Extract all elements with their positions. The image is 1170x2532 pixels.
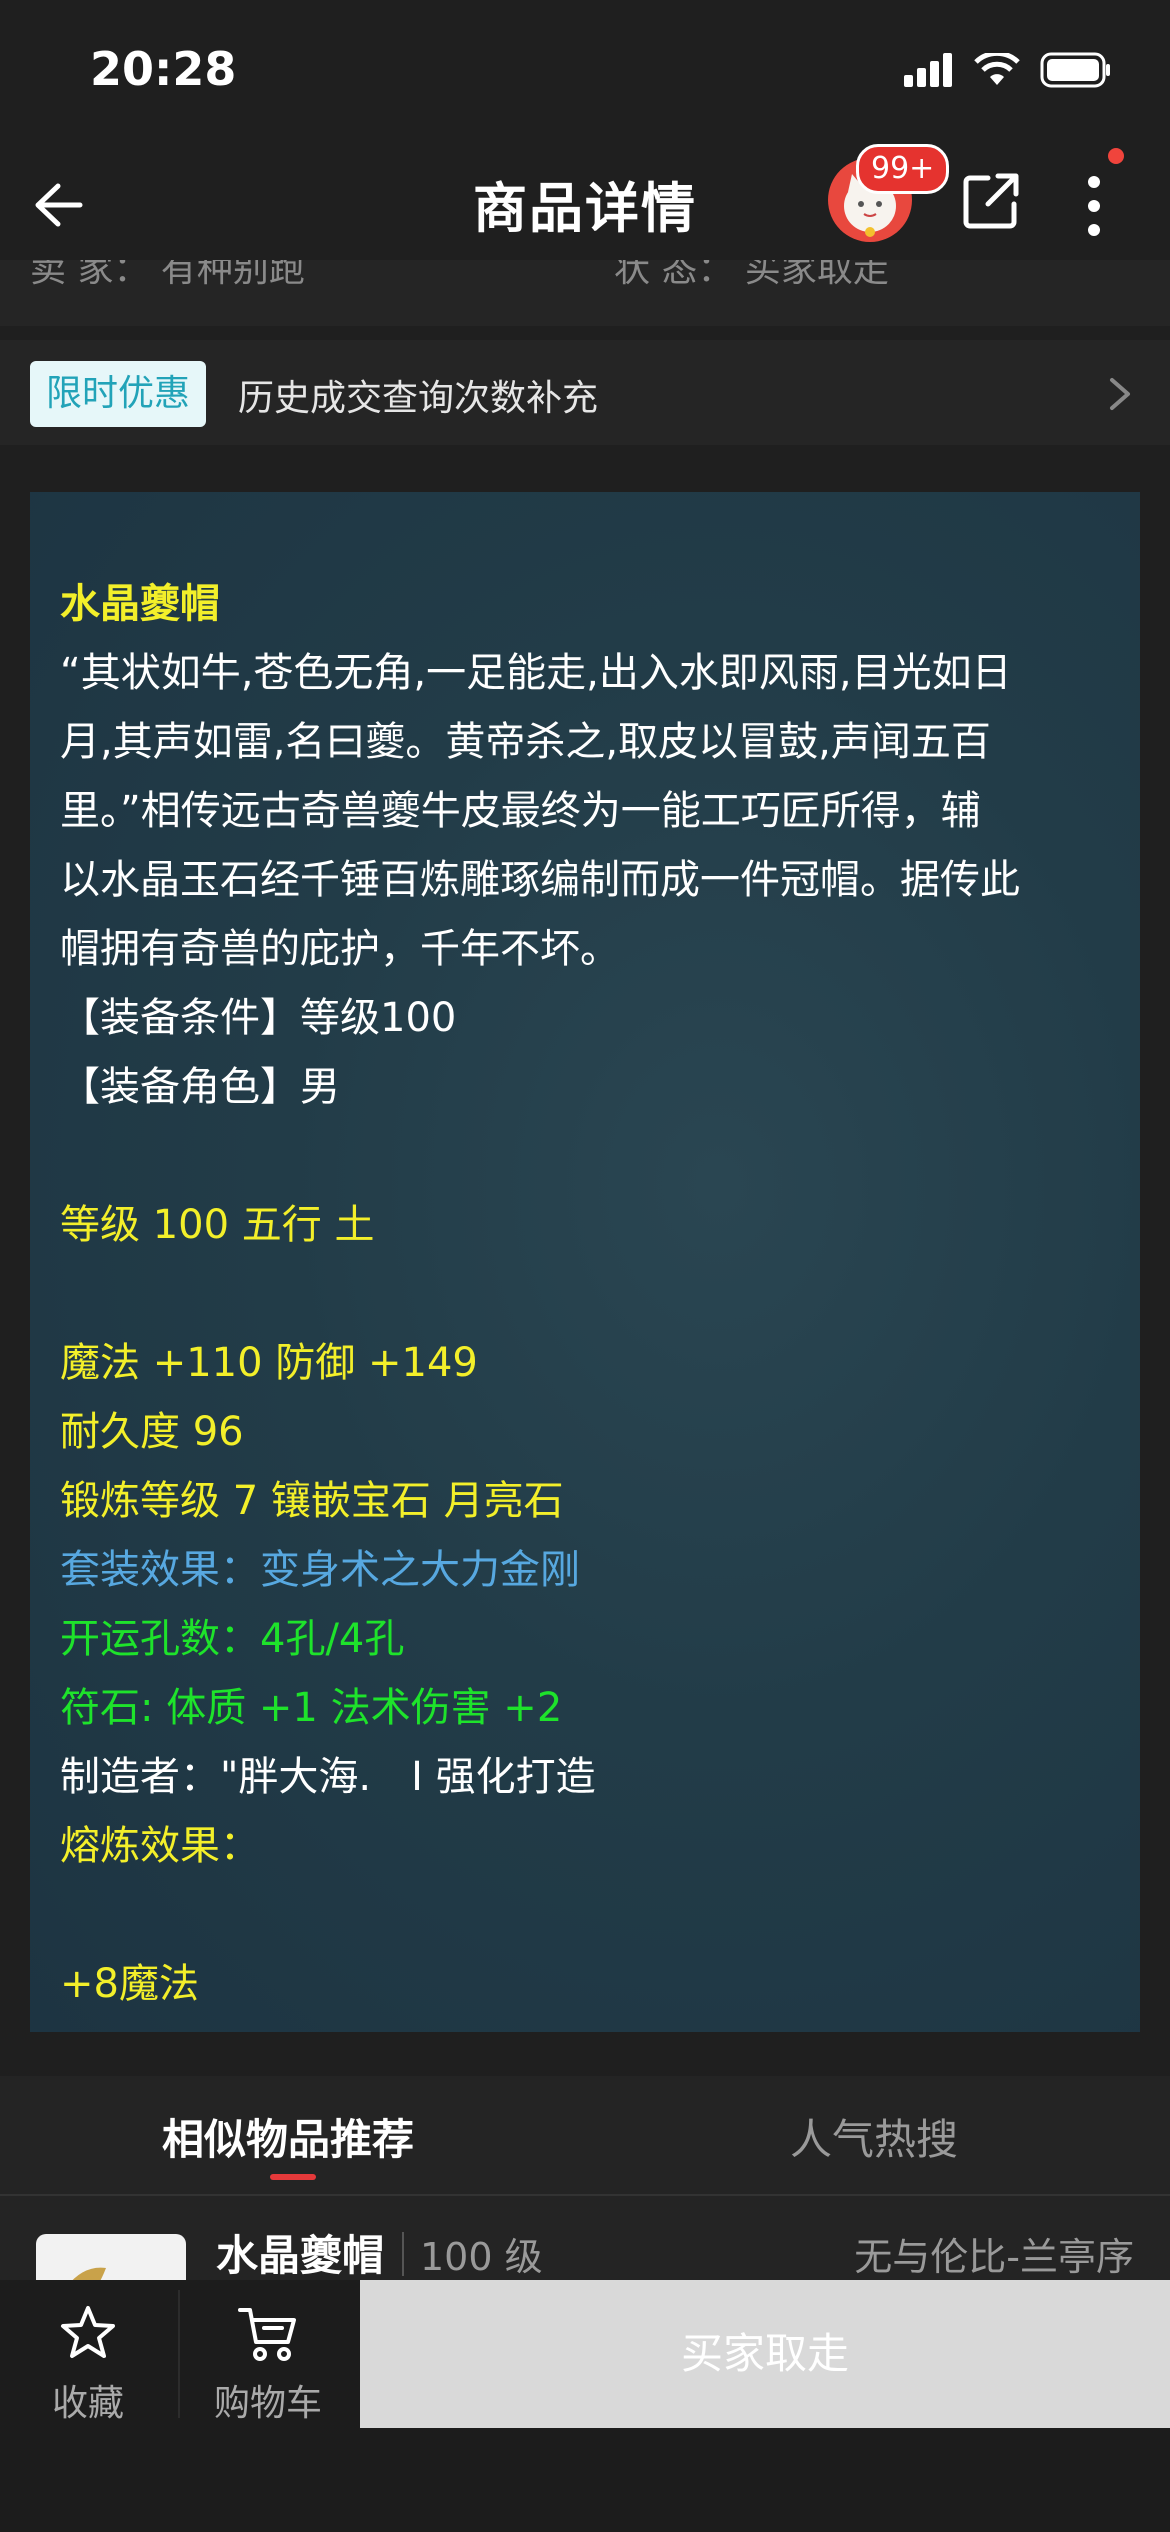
status-time: 20:28 [90,42,237,96]
active-tab-indicator [270,2174,316,2180]
signal-icon [904,53,952,87]
lore-line: “其状如牛,苍色无角,一足能走,出入水即风雨,目光如日 [60,650,1012,696]
seller-name: 卖 家： 有种别跑 [30,260,305,290]
battery-icon [1040,52,1110,88]
status-icons [904,52,1112,88]
buy-button[interactable]: 买家取走 [360,2280,1170,2428]
item-server: 无与伦比-兰亭序 [854,2235,1134,2279]
trade-status: 状 态： 买家取走 [614,260,889,290]
lore-line: 以水晶玉石经千锤百炼雕琢编制而成一件冠帽。据传此 [60,857,1020,903]
stat-magic-defense: 魔法 +110 防御 +149 [60,1340,478,1386]
smelt-effect-label: 熔炼效果： [60,1823,260,1869]
item-description-card: 水晶夔帽 “其状如牛,苍色无角,一足能走,出入水即风雨,目光如日 月,其声如雷,… [30,492,1140,2032]
cart-icon [238,2308,296,2361]
item-name: 水晶夔帽 [216,2231,385,2280]
nav-bar: 商品详情 99+ [0,144,1170,260]
home-indicator-area [0,2428,1170,2532]
equip-requirement: 【装备条件】等级100 [60,995,457,1041]
star-icon [61,2306,115,2358]
stat-durability: 耐久度 96 [60,1409,244,1455]
promo-tag: 限时优惠 [30,361,206,427]
rune-stones: 符石: 体质 +1 法术伤害 +2 [60,1685,563,1731]
luck-slots: 开运孔数：4孔/4孔 [60,1616,405,1662]
chevron-right-icon [1110,378,1130,410]
level-element: 等级 100 五行 土 [60,1202,375,1248]
message-count-badge: 99+ [856,144,950,194]
tab-similar-items[interactable]: 相似物品推荐 [162,2106,414,2167]
smelt-effect-value: +8魔法 [60,1961,199,2007]
stat-forge-gem: 锻炼等级 7 镶嵌宝石 月亮石 [60,1478,564,1524]
item-title: 水晶夔帽 [60,581,220,627]
seller-info-strip: 卖 家： 有种别跑 状 态： 买家取走 [0,260,1170,326]
cart-button[interactable]: 购物车 [180,2280,356,2428]
favorite-label: 收藏 [51,2383,124,2424]
tab-popular-search[interactable]: 人气热搜 [790,2106,958,2167]
lore-line: 帽拥有奇兽的庇护，千年不坏。 [60,926,620,972]
equip-role: 【装备角色】男 [60,1064,340,1110]
lore-line: 里。”相传远古奇兽夔牛皮最终为一能工巧匠所得，辅 [60,788,981,834]
notification-dot [1108,148,1124,164]
cart-label: 购物车 [213,2383,322,2424]
share-icon[interactable] [960,170,1022,232]
more-options-icon[interactable] [1076,168,1112,244]
set-effect: 套装效果：变身术之大力金刚 [60,1547,580,1593]
promo-banner[interactable]: 限时优惠 历史成交查询次数补充 [0,340,1170,445]
lore-line: 月,其声如雷,名曰夔。黄帝杀之,取皮以冒鼓,声闻五百 [60,719,991,765]
wifi-icon [974,53,1020,85]
promo-text: 历史成交查询次数补充 [238,378,599,419]
item-level: 100 级 [420,2235,543,2279]
favorite-button[interactable]: 收藏 [0,2280,176,2428]
separator [402,2232,404,2276]
maker: 制造者："胖大海. I 强化打造 [60,1754,596,1800]
status-bar: 20:28 [0,0,1170,150]
